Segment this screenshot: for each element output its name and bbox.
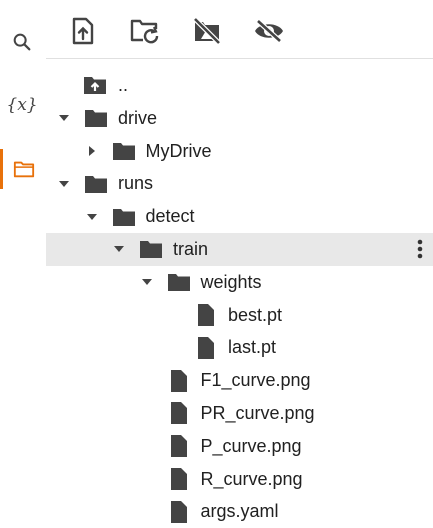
file-icon <box>170 500 187 523</box>
folder-up-icon <box>84 77 106 95</box>
caret-right-shape <box>88 145 95 156</box>
file-icon <box>170 435 187 458</box>
file-icon <box>170 369 187 392</box>
folder-icon <box>112 142 135 160</box>
side-rail: {x} <box>0 0 44 523</box>
file-toolbar <box>64 10 312 52</box>
file-icon <box>198 336 214 359</box>
tree-file-row[interactable]: args.yaml <box>46 495 433 528</box>
tree-file-row[interactable]: R_curve.png <box>46 463 433 496</box>
caret-down-icon[interactable] <box>111 241 127 257</box>
folder-name: drive <box>118 107 158 128</box>
file-tree: .. drive MyDrive runs detect train weights bes… <box>46 69 433 528</box>
caret-down-shape <box>86 213 97 220</box>
file-name: PR_curve.png <box>200 402 315 423</box>
folder-icon <box>167 274 190 292</box>
file-name: F1_curve.png <box>200 370 311 391</box>
file-icon <box>198 303 214 326</box>
tree-folder-row[interactable]: train <box>46 232 433 266</box>
hide-files-icon[interactable] <box>250 12 288 50</box>
parent-directory-label: .. <box>118 75 129 95</box>
caret-down-shape <box>141 279 152 286</box>
folder-name: MyDrive <box>145 140 212 161</box>
parent-directory-row[interactable]: .. <box>46 69 433 102</box>
caret-down-shape <box>59 180 69 187</box>
file-name: last.pt <box>228 337 277 358</box>
disconnect-drive-icon[interactable] <box>188 12 226 50</box>
caret-down-icon[interactable] <box>139 274 155 290</box>
variables-icon[interactable]: {x} <box>0 85 44 125</box>
caret-down-icon[interactable] <box>56 176 72 192</box>
file-icon <box>170 467 187 490</box>
tree-folder-row[interactable]: MyDrive <box>46 135 433 168</box>
upload-file-icon[interactable] <box>64 12 102 50</box>
folder-name: weights <box>200 271 262 292</box>
file-name: P_curve.png <box>200 435 302 456</box>
tree-file-row[interactable]: PR_curve.png <box>46 397 433 430</box>
tree-file-row[interactable]: F1_curve.png <box>46 364 433 397</box>
file-name: args.yaml <box>200 501 279 522</box>
caret-down-icon[interactable] <box>56 110 72 126</box>
toolbar-divider <box>46 58 433 59</box>
folder-icon <box>140 241 162 259</box>
more-options-icon[interactable] <box>413 238 427 260</box>
file-name: R_curve.png <box>200 468 303 489</box>
tree-folder-row[interactable]: runs <box>46 167 433 200</box>
folder-icon <box>112 208 135 226</box>
tree-file-row[interactable]: best.pt <box>46 299 433 332</box>
caret-down-shape <box>59 115 69 122</box>
folder-icon <box>85 175 107 193</box>
refresh-folder-icon[interactable] <box>126 12 164 50</box>
caret-down-icon[interactable] <box>84 209 100 225</box>
tree-folder-row[interactable]: weights <box>46 266 433 299</box>
folder-name: train <box>173 238 209 259</box>
tree-folder-row[interactable]: drive <box>46 102 433 135</box>
tree-file-row[interactable]: last.pt <box>46 331 433 364</box>
caret-down-shape <box>114 246 124 253</box>
file-icon <box>170 402 187 425</box>
file-name: best.pt <box>228 304 283 325</box>
folder-icon <box>85 110 107 128</box>
folder-icon[interactable] <box>0 149 44 189</box>
folder-name: detect <box>145 206 195 227</box>
search-icon[interactable] <box>0 22 44 62</box>
caret-right-icon[interactable] <box>84 143 100 159</box>
tree-file-row[interactable]: P_curve.png <box>46 430 433 463</box>
tree-folder-row[interactable]: detect <box>46 200 433 233</box>
folder-name: runs <box>118 173 154 194</box>
